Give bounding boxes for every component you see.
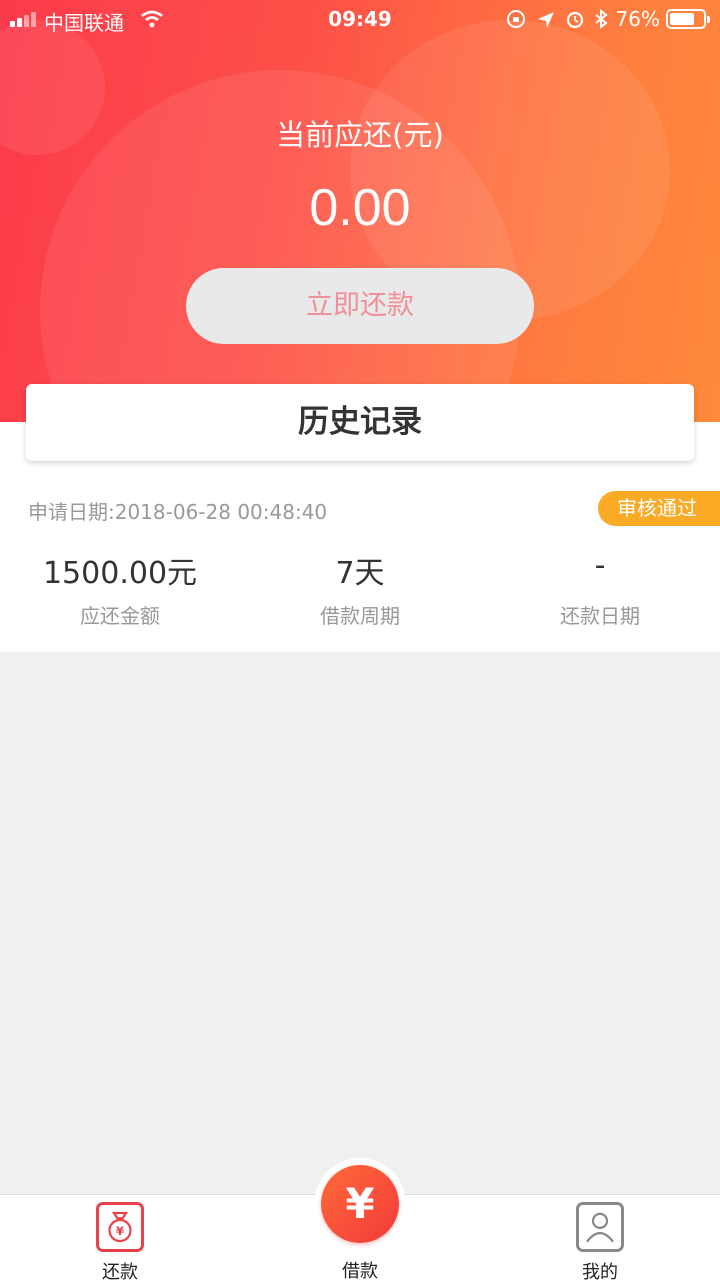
history-title-card[interactable]: 历史记录 (26, 384, 694, 461)
status-icons (507, 8, 608, 30)
bluetooth-icon (595, 8, 608, 30)
repay-date-label: 还款日期 (560, 604, 640, 628)
repay-date-value: - (594, 548, 606, 583)
money-bag-icon: ¥ (96, 1202, 144, 1252)
user-profile-icon (576, 1202, 624, 1252)
status-bar: 中国联通 09:49 76% (0, 0, 720, 38)
svg-text:¥: ¥ (116, 1224, 124, 1238)
loan-period-label: 借款周期 (320, 604, 400, 628)
battery-percent: 76% (615, 7, 660, 31)
tab-mine-label: 我的 (582, 1262, 618, 1280)
status-badge: 审核通过 (598, 491, 720, 526)
tab-borrow-label[interactable]: 借款 (280, 1257, 440, 1280)
tab-borrow-button[interactable]: ¥ (321, 1165, 399, 1243)
battery-fill (670, 13, 695, 25)
apply-date: 申请日期:2018-06-28 00:48:40 (28, 500, 328, 524)
rotation-lock-icon (507, 10, 525, 28)
alarm-icon (566, 11, 584, 29)
tab-repay-label: 还款 (102, 1262, 138, 1280)
tab-mine[interactable]: 我的 (520, 1195, 680, 1280)
loan-period-value: 7天 (335, 556, 385, 591)
header-banner: 中国联通 09:49 76% 当前应还(元) 0.00 立即还款 (0, 0, 720, 422)
repay-now-button[interactable]: 立即还款 (186, 268, 534, 344)
amount-due-label: 当前应还(元) (276, 118, 444, 152)
location-icon (538, 12, 554, 28)
repay-amount-label: 应还金额 (80, 604, 160, 628)
tab-repay[interactable]: ¥ 还款 (40, 1195, 200, 1280)
battery-icon (666, 9, 710, 29)
repay-amount-value: 1500.00元 (42, 556, 198, 591)
amount-due-value: 0.00 (309, 179, 411, 237)
